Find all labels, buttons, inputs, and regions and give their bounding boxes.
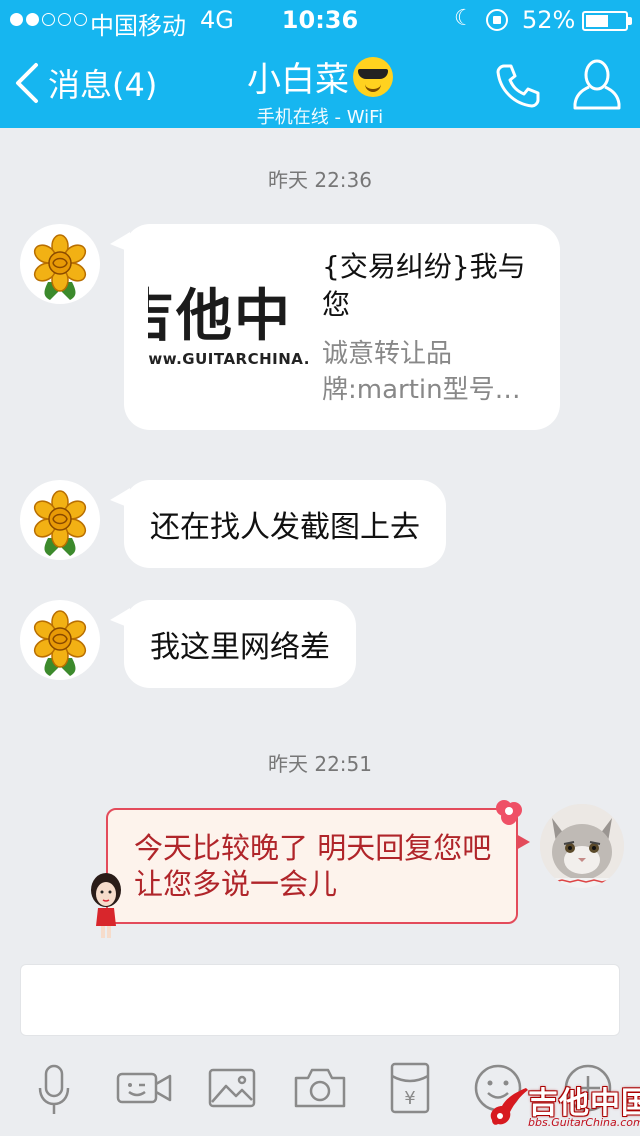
link-card-message[interactable]: 吉他中 www.GUITARCHINA. {交易纠纷}我与您 诚意转让品牌:ma…	[110, 224, 560, 430]
do-not-disturb-icon: ☾	[454, 6, 474, 31]
microphone-icon[interactable]	[24, 1058, 84, 1118]
cat-avatar-icon	[540, 804, 624, 888]
own-avatar[interactable]	[540, 804, 624, 888]
message-input[interactable]	[20, 964, 620, 1036]
link-card-description: 诚意转让品牌:martin型号…	[322, 339, 521, 405]
video-call-icon[interactable]	[114, 1058, 174, 1118]
message-text: 我这里网络差	[150, 630, 330, 665]
image-gallery-icon[interactable]	[202, 1058, 262, 1118]
sunglasses-emoji-icon	[353, 56, 393, 97]
contact-name: 小白菜	[247, 60, 349, 100]
link-card-thumbnail: 吉他中 www.GUITARCHINA.	[148, 284, 328, 376]
chat-header: 消息(4) 小白菜 手机在线 - WiFi	[0, 40, 640, 128]
message-timestamp: 昨天 22:36	[268, 168, 372, 192]
message-text: 今天比较晚了 明天回复您吧 让您多说一会儿	[134, 831, 492, 901]
online-status: 手机在线 - WiFi	[256, 107, 384, 128]
contact-avatar[interactable]	[20, 480, 100, 560]
battery-percentage: 52%	[522, 6, 576, 34]
thumbnail-logo-text: 吉他中	[148, 284, 292, 349]
guitar-logo-icon	[490, 1088, 528, 1125]
contact-avatar[interactable]	[20, 224, 100, 304]
battery-icon	[582, 11, 632, 31]
own-text-message[interactable]: 今天比较晚了 明天回复您吧 让您多说一会儿	[106, 800, 530, 924]
link-card-title: {交易纠纷}我与您	[322, 250, 526, 321]
flower-avatar-icon	[33, 234, 87, 300]
text-message[interactable]: 还在找人发截图上去	[110, 480, 446, 568]
contact-avatar[interactable]	[20, 600, 100, 680]
camera-icon[interactable]	[290, 1058, 350, 1118]
red-packet-icon[interactable]: ¥	[380, 1058, 440, 1118]
guitarchina-watermark: 吉他中国 bbs.GuitarChina.com	[484, 1076, 640, 1136]
orientation-lock-icon	[486, 9, 508, 31]
flower-avatar-icon	[33, 610, 87, 676]
flower-avatar-icon	[33, 490, 87, 556]
chat-title-block[interactable]: 小白菜 手机在线 - WiFi	[0, 52, 640, 129]
girl-sticker-icon	[91, 873, 121, 938]
contact-profile-icon[interactable]	[572, 58, 622, 112]
status-bar: 中国移动 4G 10:36 ☾ 52%	[0, 0, 640, 40]
svg-text:¥: ¥	[404, 1088, 415, 1109]
phone-call-icon[interactable]	[494, 62, 542, 110]
flower-decoration-icon	[496, 800, 522, 825]
watermark-url: bbs.GuitarChina.com	[528, 1116, 640, 1129]
text-message[interactable]: 我这里网络差	[110, 600, 356, 688]
thumbnail-url-text: www.GUITARCHINA.	[148, 350, 310, 368]
message-timestamp: 昨天 22:51	[268, 752, 372, 776]
message-text: 还在找人发截图上去	[150, 510, 420, 545]
